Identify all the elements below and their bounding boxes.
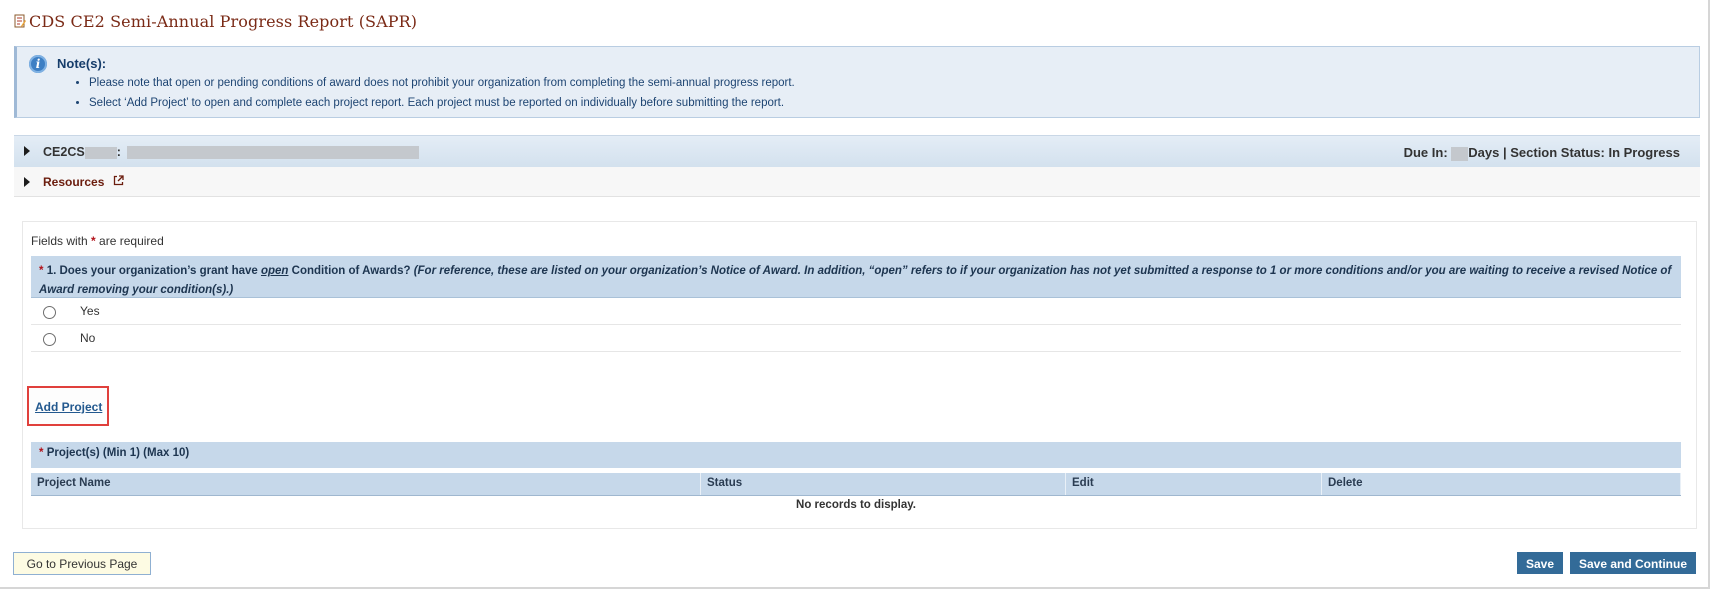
info-icon: i xyxy=(29,55,47,73)
column-header-delete: Delete xyxy=(1322,473,1681,495)
resources-link[interactable]: Resources xyxy=(43,175,104,189)
radio-yes[interactable] xyxy=(43,306,56,319)
save-and-continue-button[interactable]: Save and Continue xyxy=(1570,552,1696,574)
add-project-button[interactable]: Add Project xyxy=(35,400,102,414)
page-title: CDS CE2 Semi-Annual Progress Report (SAP… xyxy=(29,11,418,31)
option-yes-row[interactable]: Yes xyxy=(31,298,1681,325)
projects-header: * Project(s) (Min 1) (Max 10) xyxy=(31,442,1681,468)
title-row: CDS CE2 Semi-Annual Progress Report (SAP… xyxy=(14,10,417,32)
save-button[interactable]: Save xyxy=(1517,552,1563,574)
expand-triangle-icon[interactable] xyxy=(24,146,30,156)
required-star-icon: * xyxy=(91,234,96,248)
redacted-text xyxy=(127,146,420,160)
radio-no[interactable] xyxy=(43,333,56,346)
option-no-label[interactable]: No xyxy=(80,331,95,345)
required-star-icon: * xyxy=(39,447,44,459)
expand-triangle-icon[interactable] xyxy=(24,177,30,187)
award-code: CE2CS: xyxy=(43,145,420,160)
notes-title: Note(s): xyxy=(57,56,107,71)
redacted-text xyxy=(84,146,117,159)
award-header[interactable]: CE2CS: Due In: Days | Section Status: In… xyxy=(14,135,1700,167)
column-header-edit: Edit xyxy=(1066,473,1322,495)
report-icon xyxy=(14,14,26,28)
note-item: Select ‘Add Project’ to open and complet… xyxy=(89,93,795,113)
projects-grid-header: Project Name Status Edit Delete xyxy=(31,473,1681,496)
required-star-icon: * xyxy=(39,265,44,277)
external-link-icon[interactable] xyxy=(113,175,124,189)
note-item: Please note that open or pending conditi… xyxy=(89,73,795,93)
previous-page-button[interactable]: Go to Previous Page xyxy=(13,552,151,575)
due-status: Due In: Days | Section Status: In Progre… xyxy=(1403,145,1680,161)
column-header-status[interactable]: Status xyxy=(701,473,1066,495)
redacted-text xyxy=(1451,146,1469,161)
resources-row[interactable]: Resources xyxy=(14,167,1700,197)
empty-message: No records to display. xyxy=(796,499,916,511)
notes-list: Please note that open or pending conditi… xyxy=(69,73,795,113)
question-1: * 1. Does your organization’s grant have… xyxy=(31,256,1681,298)
notes-panel: i Note(s): Please note that open or pend… xyxy=(14,46,1700,118)
add-project-highlight: Add Project xyxy=(27,386,109,426)
required-fields-note: Fields with * are required xyxy=(31,234,164,248)
option-no-row[interactable]: No xyxy=(31,325,1681,352)
column-header-project-name[interactable]: Project Name xyxy=(31,473,701,495)
option-yes-label[interactable]: Yes xyxy=(80,304,100,318)
